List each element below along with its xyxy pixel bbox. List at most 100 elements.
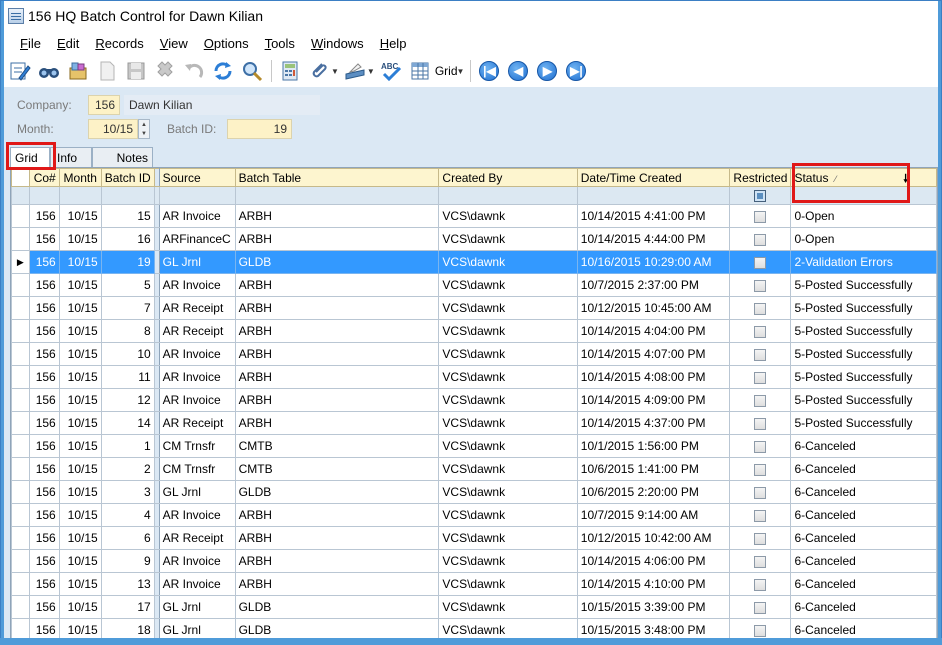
row-indicator[interactable] bbox=[11, 388, 30, 412]
first-record-icon[interactable]: |◀ bbox=[477, 59, 501, 83]
cell-co[interactable]: 156 bbox=[28, 457, 60, 481]
cell-source[interactable]: CM Trnsfr bbox=[158, 457, 236, 481]
cell-batch-id[interactable]: 13 bbox=[100, 572, 155, 596]
cell-batch-table[interactable]: GLDB bbox=[234, 480, 440, 504]
cell-status[interactable]: 6-Canceled bbox=[790, 572, 937, 596]
restricted-checkbox[interactable] bbox=[754, 233, 767, 246]
cell-restricted[interactable] bbox=[729, 572, 792, 596]
column-header-month[interactable]: Month bbox=[58, 168, 102, 187]
cell-batch-table[interactable]: ARBH bbox=[234, 273, 440, 297]
cell-batch-id[interactable]: 12 bbox=[100, 388, 155, 412]
column-header-batch-table[interactable]: Batch Table bbox=[234, 168, 440, 187]
cell-source[interactable]: GL Jrnl bbox=[158, 595, 236, 619]
row-indicator[interactable] bbox=[11, 572, 30, 596]
refresh-icon[interactable] bbox=[211, 59, 235, 83]
cell-status[interactable]: 5-Posted Successfully bbox=[790, 296, 937, 320]
menu-records[interactable]: Records bbox=[95, 36, 143, 51]
cell-month[interactable]: 10/15 bbox=[58, 250, 102, 274]
column-header-date-time-created[interactable]: Date/Time Created bbox=[576, 168, 731, 187]
cell-date-time-created[interactable]: 10/7/2015 2:37:00 PM bbox=[576, 273, 731, 297]
cell-batch-id[interactable]: 10 bbox=[100, 342, 155, 366]
cell-batch-table[interactable]: GLDB bbox=[234, 618, 440, 638]
table-row[interactable]: 156 10/15 8 AR Receipt ARBH VCS\dawnk 10/14/20… bbox=[11, 319, 937, 343]
cell-batch-table[interactable]: CMTB bbox=[234, 434, 440, 458]
cell-created-by[interactable]: VCS\dawnk bbox=[438, 457, 578, 481]
cell-date-time-created[interactable]: 10/6/2015 1:41:00 PM bbox=[576, 457, 731, 481]
cell-batch-table[interactable]: ARBH bbox=[234, 388, 440, 412]
cell-co[interactable]: 156 bbox=[28, 618, 60, 638]
attachment-dropdown-icon[interactable]: ▼ bbox=[331, 67, 339, 76]
cell-source[interactable]: AR Invoice bbox=[158, 572, 236, 596]
cell-month[interactable]: 10/15 bbox=[58, 388, 102, 412]
cell-date-time-created[interactable]: 10/14/2015 4:08:00 PM bbox=[576, 365, 731, 389]
cell-status[interactable]: 5-Posted Successfully bbox=[790, 365, 937, 389]
cell-created-by[interactable]: VCS\dawnk bbox=[438, 503, 578, 527]
cell-date-time-created[interactable]: 10/14/2015 4:10:00 PM bbox=[576, 572, 731, 596]
cell-batch-table[interactable]: ARBH bbox=[234, 526, 440, 550]
cell-created-by[interactable]: VCS\dawnk bbox=[438, 434, 578, 458]
row-indicator[interactable] bbox=[11, 549, 30, 573]
cell-date-time-created[interactable]: 10/15/2015 3:39:00 PM bbox=[576, 595, 731, 619]
restricted-checkbox[interactable] bbox=[754, 210, 767, 223]
column-header-restricted[interactable]: Restricted bbox=[729, 168, 792, 187]
cell-batch-table[interactable]: ARBH bbox=[234, 503, 440, 527]
filter-cell-co[interactable] bbox=[28, 186, 60, 205]
cell-batch-id[interactable]: 6 bbox=[100, 526, 155, 550]
cell-batch-id[interactable]: 2 bbox=[100, 457, 155, 481]
row-indicator[interactable] bbox=[11, 342, 30, 366]
cell-batch-id[interactable]: 9 bbox=[100, 549, 155, 573]
restricted-checkbox[interactable] bbox=[754, 417, 767, 430]
cell-month[interactable]: 10/15 bbox=[58, 457, 102, 481]
cell-batch-id[interactable]: 18 bbox=[100, 618, 155, 638]
cell-source[interactable]: AR Receipt bbox=[158, 526, 236, 550]
row-indicator[interactable] bbox=[11, 618, 30, 638]
cell-batch-table[interactable]: ARBH bbox=[234, 296, 440, 320]
cell-status[interactable]: 2-Validation Errors bbox=[790, 250, 937, 274]
filter-cell-created-by[interactable] bbox=[438, 186, 578, 205]
cell-month[interactable]: 10/15 bbox=[58, 549, 102, 573]
cell-restricted[interactable] bbox=[729, 595, 792, 619]
cell-batch-table[interactable]: ARBH bbox=[234, 365, 440, 389]
binoculars-icon[interactable] bbox=[37, 59, 61, 83]
cell-batch-table[interactable]: ARBH bbox=[234, 572, 440, 596]
cell-created-by[interactable]: VCS\dawnk bbox=[438, 388, 578, 412]
save-icon[interactable] bbox=[124, 59, 148, 83]
filter-cell-batch-id[interactable] bbox=[100, 186, 155, 205]
cell-date-time-created[interactable]: 10/14/2015 4:04:00 PM bbox=[576, 319, 731, 343]
edit-record-icon[interactable] bbox=[8, 59, 32, 83]
cell-batch-table[interactable]: GLDB bbox=[234, 250, 440, 274]
cell-created-by[interactable]: VCS\dawnk bbox=[438, 273, 578, 297]
cell-co[interactable]: 156 bbox=[28, 480, 60, 504]
grid-view-label[interactable]: Grid bbox=[435, 64, 458, 78]
cell-source[interactable]: ARFinanceC bbox=[158, 227, 236, 251]
cell-co[interactable]: 156 bbox=[28, 296, 60, 320]
cell-batch-id[interactable]: 7 bbox=[100, 296, 155, 320]
row-indicator[interactable] bbox=[11, 526, 30, 550]
grid-view-dropdown-icon[interactable]: ▼ bbox=[457, 67, 465, 76]
cell-restricted[interactable] bbox=[729, 480, 792, 504]
cell-created-by[interactable]: VCS\dawnk bbox=[438, 319, 578, 343]
cell-restricted[interactable] bbox=[729, 296, 792, 320]
cell-batch-id[interactable]: 14 bbox=[100, 411, 155, 435]
restricted-checkbox[interactable] bbox=[754, 486, 767, 499]
cell-status[interactable]: 5-Posted Successfully bbox=[790, 342, 937, 366]
row-indicator[interactable] bbox=[11, 411, 30, 435]
month-spinner[interactable]: ▲ ▼ bbox=[138, 119, 150, 139]
cell-batch-id[interactable]: 19 bbox=[100, 250, 155, 274]
cell-co[interactable]: 156 bbox=[28, 227, 60, 251]
filter-cell-restricted[interactable] bbox=[729, 186, 792, 205]
cell-status[interactable]: 6-Canceled bbox=[790, 595, 937, 619]
cell-restricted[interactable] bbox=[729, 250, 792, 274]
menu-file[interactable]: File bbox=[20, 36, 41, 51]
cell-status[interactable]: 6-Canceled bbox=[790, 618, 937, 638]
calculator-icon[interactable] bbox=[278, 59, 302, 83]
grid-view-icon[interactable] bbox=[408, 59, 432, 83]
cell-source[interactable]: AR Receipt bbox=[158, 319, 236, 343]
table-row[interactable]: 156 10/15 18 GL Jrnl GLDB VCS\dawnk 10/15/2015… bbox=[11, 618, 937, 638]
cell-month[interactable]: 10/15 bbox=[58, 319, 102, 343]
cell-date-time-created[interactable]: 10/14/2015 4:07:00 PM bbox=[576, 342, 731, 366]
filter-cell-source[interactable] bbox=[158, 186, 236, 205]
column-header-created-by[interactable]: Created By bbox=[438, 168, 578, 187]
cell-co[interactable]: 156 bbox=[28, 342, 60, 366]
cell-source[interactable]: GL Jrnl bbox=[158, 480, 236, 504]
